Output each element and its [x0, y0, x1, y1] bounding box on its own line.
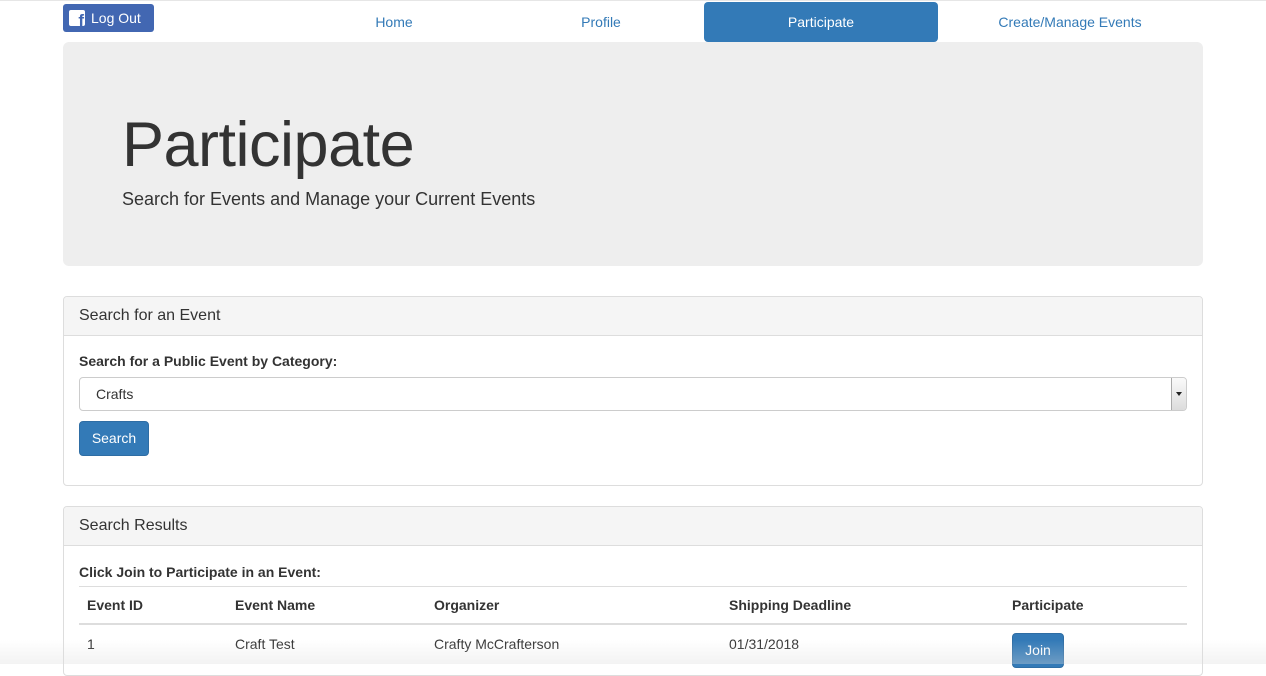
join-button[interactable]: Join	[1012, 633, 1064, 668]
top-navbar: f Log Out Home Profile Participate Creat…	[0, 0, 1266, 42]
column-header-event-id: Event ID	[87, 597, 144, 613]
results-panel: Search Results Click Join to Participate…	[63, 506, 1203, 676]
category-select-value: Crafts	[96, 386, 134, 402]
nav-create-manage-events[interactable]: Create/Manage Events	[938, 2, 1202, 42]
logout-button[interactable]: f Log Out	[63, 4, 154, 32]
category-select[interactable]: Crafts	[79, 377, 1187, 411]
results-table: Event ID Event Name Organizer Shipping D…	[79, 586, 1187, 668]
search-button[interactable]: Search	[79, 421, 149, 456]
dropdown-arrow-icon	[1171, 378, 1186, 410]
jumbotron: Participate Search for Events and Manage…	[63, 42, 1203, 266]
nav-home[interactable]: Home	[290, 2, 498, 42]
column-header-shipping-deadline: Shipping Deadline	[729, 597, 852, 613]
cell-shipping-deadline: 01/31/2018	[729, 636, 800, 652]
column-header-organizer: Organizer	[434, 597, 500, 613]
cell-event-name: Craft Test	[235, 636, 295, 652]
search-panel-heading: Search for an Event	[64, 297, 1202, 336]
column-header-event-name: Event Name	[235, 597, 316, 613]
category-label: Search for a Public Event by Category:	[79, 353, 338, 369]
search-panel: Search for an Event Search for a Public …	[63, 296, 1203, 486]
nav-participate[interactable]: Participate	[704, 2, 938, 42]
logout-label: Log Out	[91, 10, 141, 26]
cell-organizer: Crafty McCrafterson	[434, 636, 560, 652]
nav-profile[interactable]: Profile	[498, 2, 704, 42]
column-header-participate: Participate	[1012, 597, 1084, 613]
main-nav: Home Profile Participate Create/Manage E…	[290, 2, 1210, 42]
results-panel-heading: Search Results	[64, 507, 1202, 546]
cell-event-id: 1	[87, 636, 95, 652]
page-subtitle: Search for Events and Manage your Curren…	[122, 189, 536, 209]
facebook-icon: f	[69, 10, 85, 26]
results-instruction: Click Join to Participate in an Event:	[79, 564, 321, 580]
page-title: Participate	[122, 110, 415, 180]
